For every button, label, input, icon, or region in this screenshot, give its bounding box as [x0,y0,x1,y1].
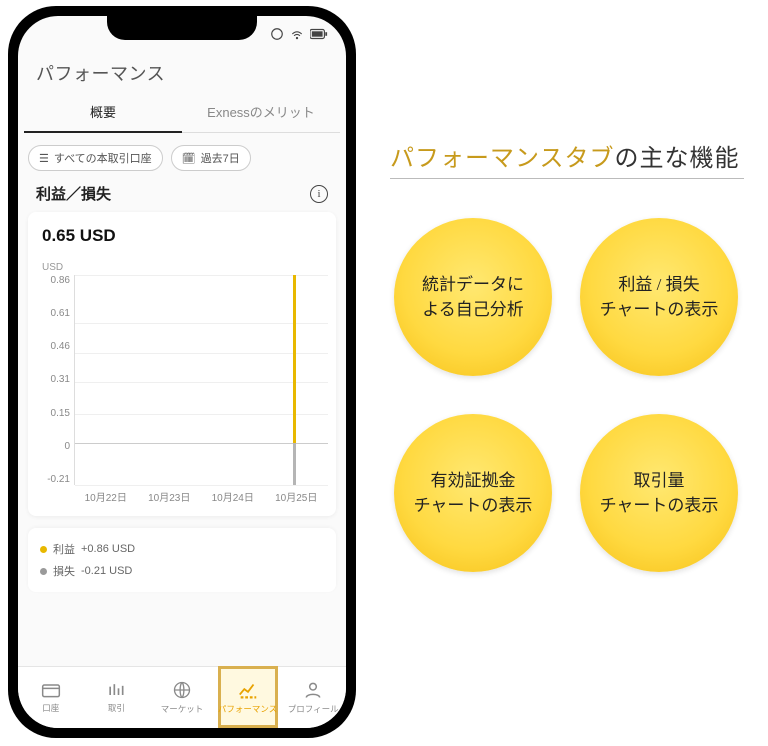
nav-trade[interactable]: 取引 [84,667,150,728]
x-axis-labels: 10月22日 10月23日 10月24日 10月25日 [36,489,328,504]
feature-label: 利益 / 損失 チャートの表示 [600,272,719,323]
wifi-icon [290,27,304,41]
nav-label: マーケット [161,703,204,715]
filter-range[interactable]: 🗓 過去7日 [171,145,251,171]
y-tick: 0.46 [51,341,70,352]
phone-notch [107,16,257,40]
tab-overview[interactable]: 概要 [24,92,182,133]
y-tick: -0.21 [47,474,70,485]
feature-circle-stats: 統計データに よる自己分析 [394,218,552,376]
headline-rest: の主な機能 [615,146,740,172]
phone-frame: パフォーマンス 概要 Exnessのメリット ☰ すべての本取引口座 🗓 過去7… [8,6,356,738]
legend-loss-label: 損失 [53,563,75,579]
feature-circle-volume: 取引量 チャートの表示 [580,414,738,572]
nav-profile[interactable]: プロフィール [280,667,346,728]
legend-loss-value: -0.21 USD [81,565,132,577]
feature-circle-equity: 有効証拠金 チャートの表示 [394,414,552,572]
nav-label: 取引 [108,702,125,714]
bar-profit [293,275,296,443]
y-tick: 0.61 [51,308,70,319]
plot-area [74,275,328,485]
nav-market[interactable]: マーケット [149,667,215,728]
chart-up-icon [237,680,259,700]
x-tick: 10月22日 [74,489,138,504]
tabs: 概要 Exnessのメリット [18,92,346,133]
candlestick-icon [106,681,126,699]
chart-unit: USD [36,262,328,273]
feature-label: 統計データに よる自己分析 [422,272,524,323]
dot-loss-icon [40,568,47,575]
legend-profit-label: 利益 [53,541,75,557]
dot-profit-icon [40,546,47,553]
filter-range-label: 過去7日 [201,150,240,166]
profit-loss-value: 0.65 USD [36,226,328,246]
y-tick: 0.86 [51,275,70,286]
chart: 0.86 0.61 0.46 0.31 0.15 0 -0.21 [36,275,328,485]
section-header: 利益／損失 i [18,183,346,212]
person-icon [303,680,323,700]
headline-accent: パフォーマンスタブ [390,146,615,172]
tab-merits[interactable]: Exnessのメリット [182,92,340,133]
page-title: パフォーマンス [18,46,346,92]
legend-profit-value: +0.86 USD [81,543,135,555]
profit-loss-title: 利益／損失 [36,183,111,204]
legend-card: 利益 +0.86 USD 損失 -0.21 USD [28,528,336,592]
x-tick: 10月24日 [201,489,265,504]
filter-row: ☰ すべての本取引口座 🗓 過去7日 [18,133,346,183]
y-tick: 0 [64,441,70,452]
nav-label: 口座 [42,702,59,714]
feature-label: 有効証拠金 チャートの表示 [414,468,533,519]
phone-screen: パフォーマンス 概要 Exnessのメリット ☰ すべての本取引口座 🗓 過去7… [18,16,346,728]
feature-circle-profitloss: 利益 / 損失 チャートの表示 [580,218,738,376]
x-tick: 10月23日 [138,489,202,504]
x-tick: 10月25日 [265,489,329,504]
headline: パフォーマンスタブの主な機能 [390,138,740,173]
filter-icon: ☰ [39,152,49,165]
filter-accounts[interactable]: ☰ すべての本取引口座 [28,145,163,171]
profit-loss-card: 0.65 USD USD 0.86 0.61 0.46 0.31 0.15 0 … [28,212,336,516]
nav-accounts[interactable]: 口座 [18,667,84,728]
chat-icon [270,27,284,41]
filter-accounts-label: すべての本取引口座 [54,150,152,166]
calendar-icon: 🗓 [182,152,196,165]
y-tick: 0.31 [51,374,70,385]
nav-label: パフォーマンス [218,703,277,715]
feature-label: 取引量 チャートの表示 [600,468,719,519]
globe-icon [172,680,192,700]
wallet-icon [41,681,61,699]
battery-icon [310,28,328,40]
nav-performance[interactable]: パフォーマンス [215,667,281,728]
headline-underline [390,178,744,179]
y-axis-labels: 0.86 0.61 0.46 0.31 0.15 0 -0.21 [36,275,74,485]
bottom-nav: 口座 取引 マーケット パフォーマンス プロフィール [18,666,346,728]
nav-label: プロフィール [288,703,339,715]
y-tick: 0.15 [51,408,70,419]
info-icon[interactable]: i [310,185,328,203]
legend-profit: 利益 +0.86 USD [40,538,324,560]
legend-loss: 損失 -0.21 USD [40,560,324,582]
bar-loss [293,443,296,485]
